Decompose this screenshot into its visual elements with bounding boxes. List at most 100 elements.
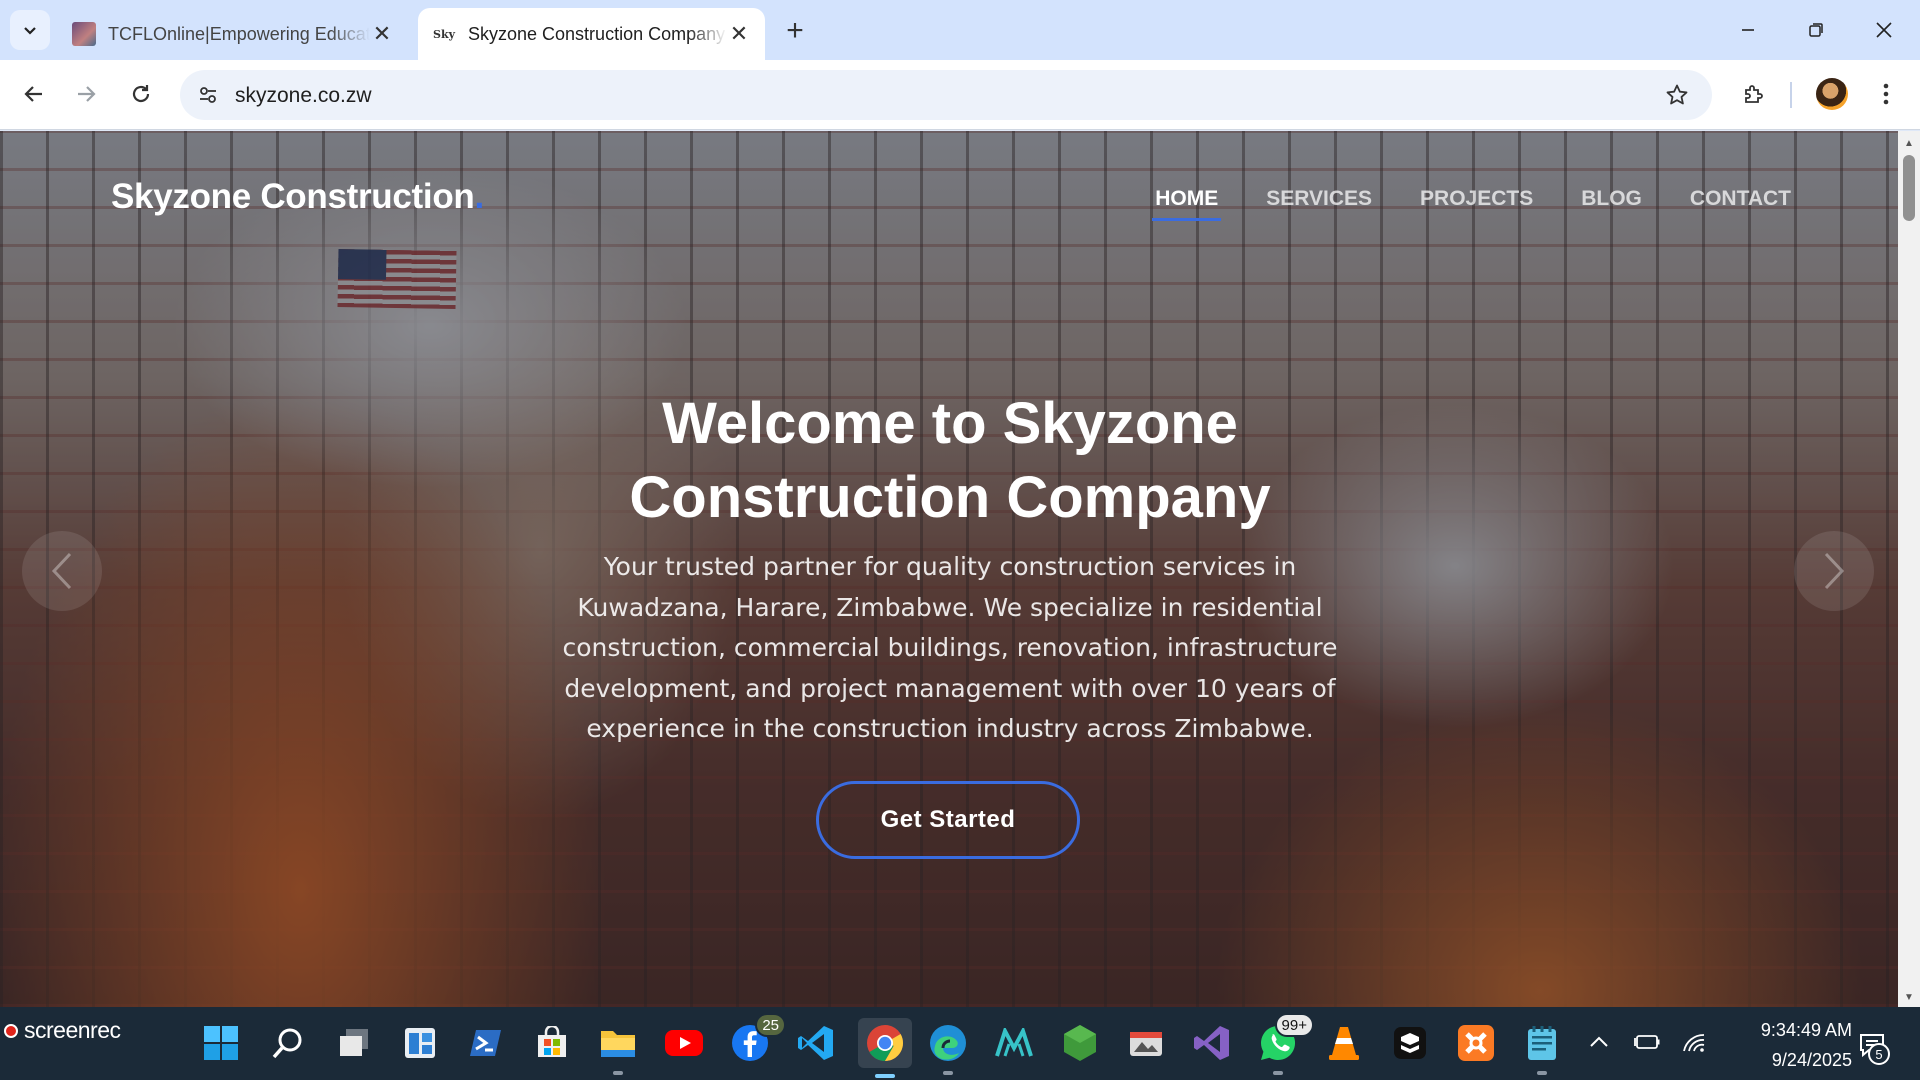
restore-icon [1809,23,1823,37]
microsoft-store-icon[interactable] [530,1021,574,1065]
notification-center-button[interactable]: 5 [1852,1027,1892,1065]
running-indicator [875,1074,895,1078]
nav-home[interactable]: HOME [1152,187,1222,221]
hero-title: Welcome to Skyzone Construction Company [500,387,1400,535]
tab-title: TCFLOnline|Empowering Educat [108,23,370,44]
tab-search-button[interactable] [10,10,50,50]
browser-tabstrip: TCFLOnline|Empowering Educat ✕ Sky Skyzo… [0,0,1920,60]
chrome-icon[interactable] [858,1018,912,1078]
minimize-button[interactable] [1728,12,1768,48]
reload-button[interactable] [121,74,161,114]
facebook-icon[interactable]: 25 [728,1013,786,1065]
restore-button[interactable] [1796,12,1836,48]
system-clock[interactable]: 9:34:49 AM 9/24/2025 [1722,1015,1852,1075]
nav-services[interactable]: SERVICES [1266,187,1372,221]
widgets-icon[interactable] [398,1021,442,1065]
xampp-icon[interactable] [1454,1021,1498,1065]
puzzle-icon [1745,85,1763,103]
node-js-icon[interactable] [1058,1021,1102,1065]
whatsapp-icon[interactable]: 99+ [1256,1013,1314,1075]
vscode-icon[interactable] [794,1021,838,1065]
notepad-icon[interactable] [1520,1021,1564,1075]
close-icon[interactable]: ✕ [727,21,751,46]
chevron-right-icon [1824,552,1845,590]
avatar [1816,78,1848,110]
hero-title-line2: Construction Company [629,465,1271,530]
powershell-icon[interactable] [464,1021,508,1065]
vlc-icon[interactable] [1322,1021,1366,1065]
youtube-icon[interactable] [662,1021,706,1065]
nav-blog[interactable]: BLOG [1581,187,1642,221]
tcflonline-favicon-icon [72,22,96,46]
nav-projects[interactable]: PROJECTS [1420,187,1533,221]
toolbar-divider [1790,82,1792,108]
nav-contact[interactable]: CONTACT [1690,187,1791,221]
close-icon[interactable]: ✕ [370,21,394,46]
hero-title-line1: Welcome to Skyzone [662,391,1238,456]
back-button[interactable] [14,74,54,114]
notification-count-badge: 5 [1868,1043,1890,1065]
screenrec-widget[interactable]: screenrec [4,1017,121,1044]
show-hidden-icons-button[interactable] [1584,1027,1614,1057]
photo-viewer-icon[interactable] [1124,1021,1168,1065]
site-logo[interactable]: Skyzone Construction. [111,177,484,217]
chevron-up-icon [1590,1036,1608,1047]
star-icon[interactable] [1662,80,1692,110]
tab-title: Skyzone Construction Company [468,23,726,44]
kebab-menu-icon [1883,83,1889,105]
forward-button[interactable] [66,74,106,114]
task-view-icon[interactable] [332,1021,376,1065]
record-icon [4,1023,18,1038]
wifi-icon[interactable] [1680,1027,1710,1057]
whatsapp-badge: 99+ [1274,1013,1314,1037]
capcut-icon[interactable] [1388,1021,1432,1065]
running-indicator [1273,1071,1283,1075]
running-indicator [1537,1071,1547,1075]
windows-taskbar: screenrec 25 99+ 9:34:49 AM 9/24/2025 5 [0,1007,1920,1080]
profile-button[interactable] [1812,74,1852,114]
running-indicator [943,1071,953,1075]
window-close-button[interactable] [1864,12,1904,48]
browser-toolbar: skyzone.co.zw [0,60,1920,130]
maya-icon[interactable] [992,1021,1036,1065]
brand-name: Skyzone Construction [111,177,475,216]
clock-time: 9:34:49 AM [1760,1020,1852,1040]
visual-studio-icon[interactable] [1190,1021,1234,1065]
browser-menu-button[interactable] [1866,74,1906,114]
arrow-left-icon [24,86,42,102]
chevron-down-icon [24,27,36,35]
page-scrollbar[interactable]: ▲ ▼ [1898,131,1920,1007]
skyzone-favicon-icon: Sky [433,27,455,41]
new-tab-button[interactable]: + [778,14,812,48]
site-header: Skyzone Construction. HOME SERVICES PROJ… [0,131,1898,251]
page-viewport: Skyzone Construction. HOME SERVICES PROJ… [0,131,1898,1007]
tune-icon[interactable] [194,81,222,109]
edge-icon[interactable] [926,1021,970,1075]
main-nav: HOME SERVICES PROJECTS BLOG CONTACT [1152,187,1791,221]
address-bar[interactable]: skyzone.co.zw [180,70,1712,120]
tab-tcflonline[interactable]: TCFLOnline|Empowering Educat ✕ [58,8,408,60]
carousel-prev-button[interactable] [22,531,102,611]
reload-icon [132,85,150,103]
brand-dot: . [474,177,484,216]
file-explorer-icon[interactable] [596,1021,640,1075]
screenrec-label: screenrec [24,1017,121,1043]
get-started-button[interactable]: Get Started [816,781,1080,859]
clock-date: 9/24/2025 [1771,1050,1852,1070]
windows-start-icon[interactable] [199,1021,243,1065]
scroll-thumb[interactable] [1903,155,1915,221]
carousel-next-button[interactable] [1794,531,1874,611]
hero-subtitle: Your trusted partner for quality constru… [562,552,1338,743]
scroll-down-arrow-icon[interactable]: ▼ [1903,991,1915,1003]
extensions-button[interactable] [1734,74,1774,114]
tab-skyzone[interactable]: Sky Skyzone Construction Company ✕ [418,8,765,60]
scroll-up-arrow-icon[interactable]: ▲ [1903,137,1915,149]
search-icon[interactable] [266,1021,310,1065]
facebook-badge: 25 [755,1013,786,1037]
plus-icon: + [786,14,804,47]
url-text[interactable]: skyzone.co.zw [235,84,372,108]
running-indicator [613,1071,623,1075]
close-icon [1876,22,1892,38]
hero-section: Welcome to Skyzone Construction Company … [500,387,1400,750]
battery-icon[interactable] [1632,1027,1662,1057]
